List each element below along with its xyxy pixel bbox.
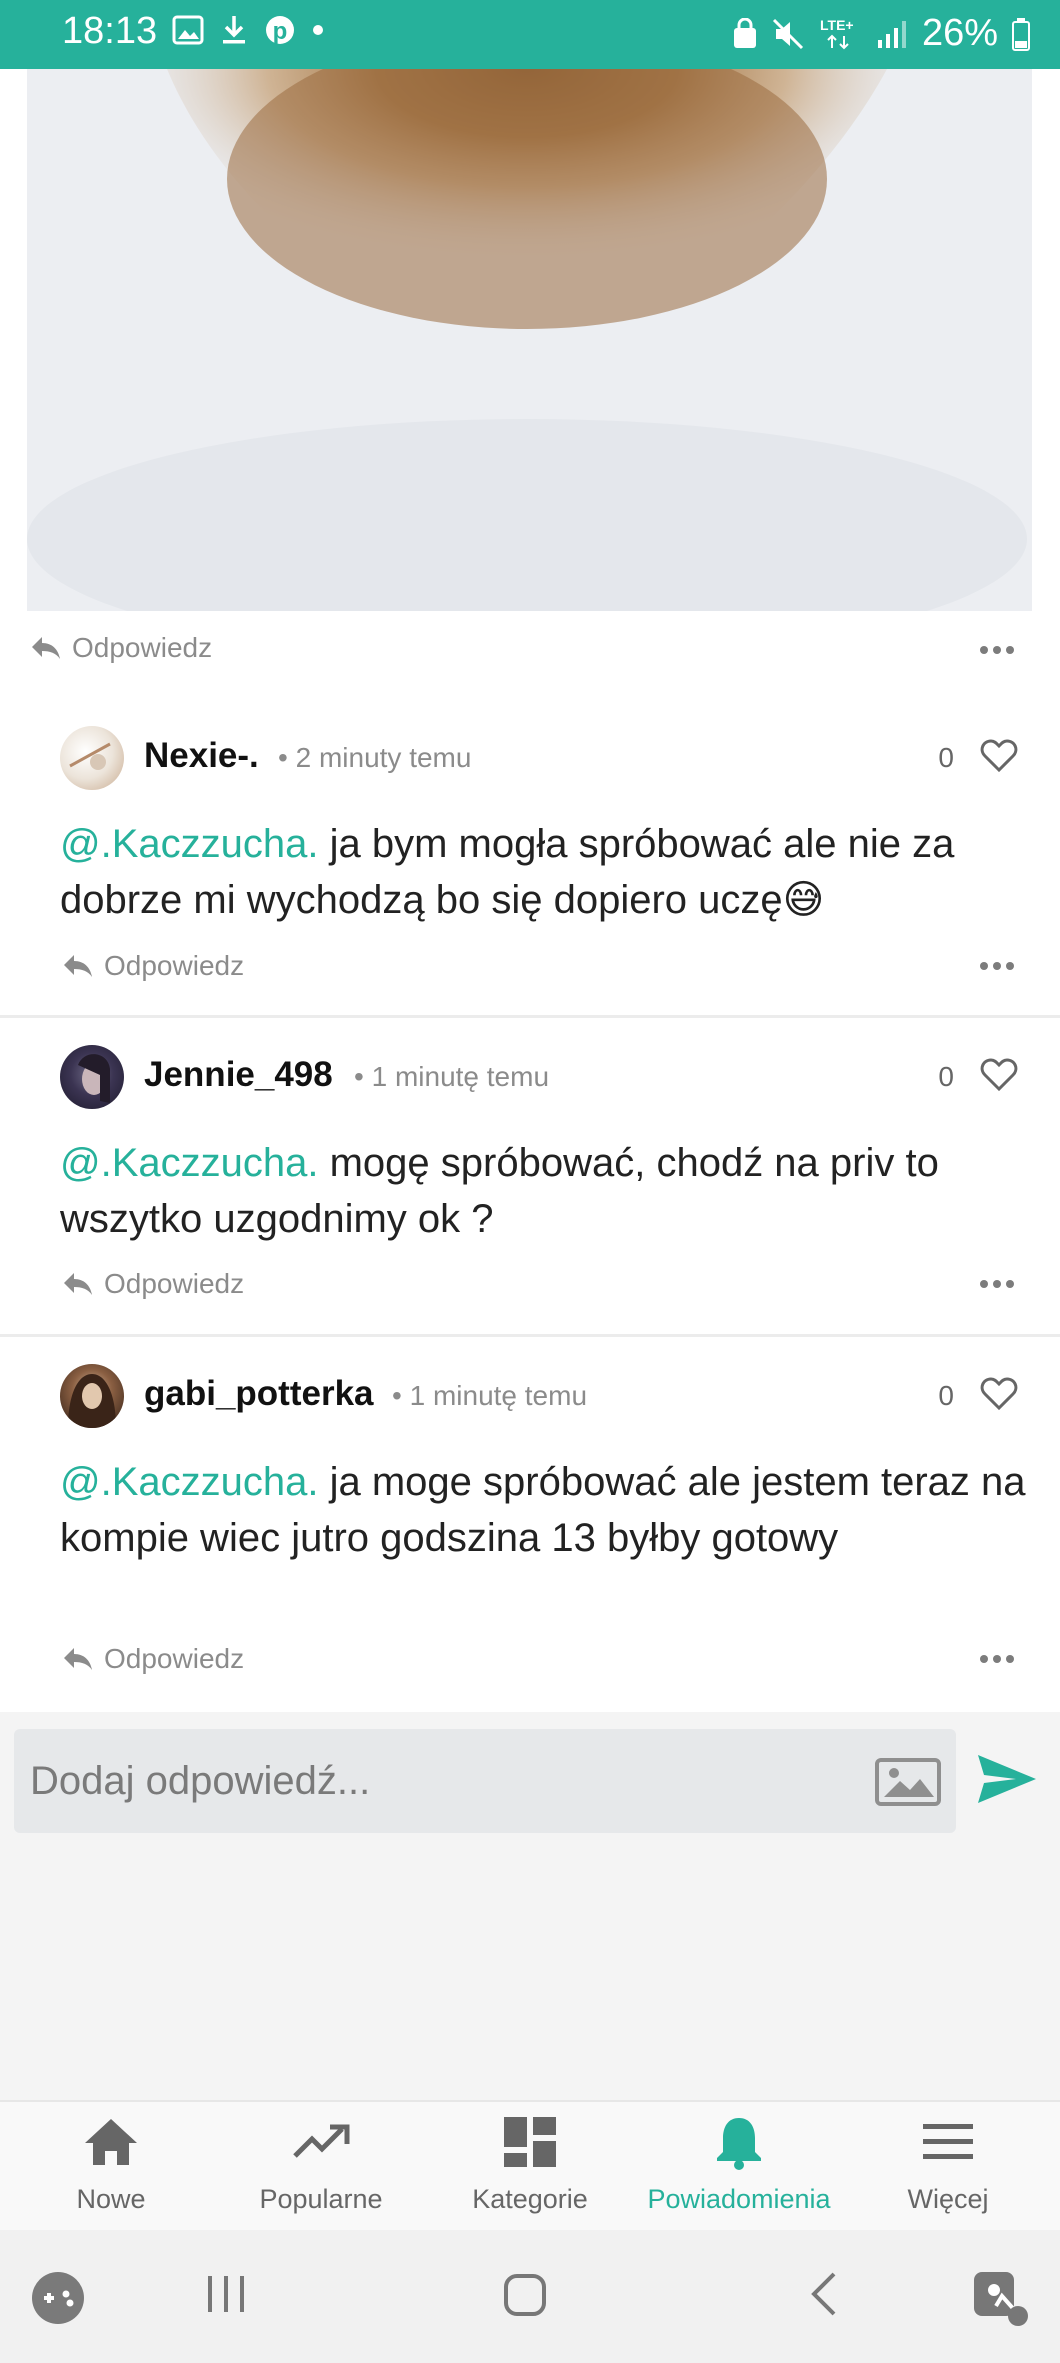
- avatar[interactable]: [60, 1364, 124, 1428]
- signal-icon: [877, 20, 906, 48]
- sync-lock-icon: [733, 17, 756, 48]
- comment-time: • 1 minutę temu: [392, 1380, 588, 1411]
- bottom-navigation: Nowe Popularne Kategorie Powiadomienia W…: [0, 2100, 1060, 2232]
- comment-username[interactable]: Nexie-.: [144, 736, 259, 776]
- more-icon: [980, 1280, 988, 1288]
- heart-icon[interactable]: [980, 1058, 1018, 1092]
- back-icon[interactable]: [804, 2270, 844, 2318]
- download-icon: [223, 16, 245, 44]
- comment-more-button[interactable]: [980, 1639, 1014, 1679]
- comment-reply-button[interactable]: Odpowiedz: [62, 1643, 244, 1675]
- reply-icon: [64, 1273, 92, 1295]
- menu-icon: [923, 2124, 973, 2159]
- status-bar: 18:13 p LTE+ 26%: [0, 0, 1060, 69]
- home-button-icon[interactable]: [502, 2270, 550, 2318]
- reply-composer: Dodaj odpowiedź...: [0, 1712, 1060, 1852]
- mention-link[interactable]: @.Kaczzucha.: [60, 1460, 319, 1504]
- mention-link[interactable]: @.Kaczzucha.: [60, 822, 319, 866]
- pinterest-icon: p: [266, 16, 294, 45]
- like-count: 0: [938, 742, 954, 773]
- image-attach-icon[interactable]: [874, 1757, 942, 1807]
- bell-icon: [717, 2118, 761, 2170]
- comment-item: Nexie-. • 2 minuty temu 0 @.Kaczzucha. j…: [0, 710, 1060, 1015]
- fur-image: [27, 69, 1032, 611]
- heart-icon[interactable]: [980, 1377, 1018, 1411]
- comment-time: • 1 minutę temu: [354, 1061, 550, 1092]
- trending-icon: [293, 2124, 350, 2158]
- comment-text: @.Kaczzucha. ja bym mogła spróbować ale …: [60, 822, 955, 922]
- like-count: 0: [938, 1061, 954, 1092]
- mute-icon: [772, 18, 803, 49]
- more-icon: [980, 1655, 988, 1663]
- dashboard-icon: [504, 2117, 556, 2167]
- nav-item-wiecej[interactable]: Więcej: [843, 2102, 1053, 2232]
- reply-icon: [64, 955, 92, 977]
- send-icon[interactable]: [976, 1753, 1038, 1805]
- post-reply-label: Odpowiedz: [72, 632, 213, 663]
- dot-icon: [313, 25, 323, 35]
- accessibility-icon[interactable]: [972, 2270, 1030, 2328]
- nav-item-popularne[interactable]: Popularne: [216, 2102, 426, 2232]
- system-navigation-bar: [0, 2230, 1060, 2363]
- post-more-button[interactable]: [980, 630, 1014, 670]
- reply-icon: [64, 1648, 92, 1670]
- lte-icon: LTE+: [820, 17, 854, 49]
- more-icon: [980, 962, 988, 970]
- comment-item: gabi_potterka • 1 minutę temu 0 @.Kaczzu…: [0, 1337, 1060, 1709]
- avatar[interactable]: [60, 726, 124, 790]
- comment-more-button[interactable]: [980, 946, 1014, 986]
- nav-item-powiadomienia[interactable]: Powiadomienia: [634, 2102, 844, 2232]
- reply-input[interactable]: Dodaj odpowiedź...: [14, 1729, 956, 1833]
- comment-text: @.Kaczzucha. mogę spróbować, chodź na pr…: [60, 1141, 939, 1241]
- nav-item-nowe[interactable]: Nowe: [6, 2102, 216, 2232]
- post-reply-button[interactable]: Odpowiedz: [30, 632, 212, 664]
- reply-icon: [32, 637, 60, 659]
- reply-placeholder: Dodaj odpowiedź...: [30, 1759, 371, 1803]
- comment-time: • 2 minuty temu: [278, 742, 472, 773]
- heart-icon[interactable]: [980, 739, 1018, 773]
- nav-item-kategorie[interactable]: Kategorie: [425, 2102, 635, 2232]
- comment-item: Jennie_498 • 1 minutę temu 0 @.Kaczzucha…: [0, 1018, 1060, 1334]
- more-icon: [980, 646, 988, 654]
- home-icon: [85, 2119, 137, 2165]
- comment-reply-button[interactable]: Odpowiedz: [62, 950, 244, 982]
- status-time: 18:13: [62, 10, 158, 52]
- comment-text: @.Kaczzucha. ja moge spróbować ale jeste…: [60, 1460, 1026, 1560]
- mention-link[interactable]: @.Kaczzucha.: [60, 1141, 319, 1185]
- post-image[interactable]: [27, 69, 1032, 611]
- svg-text:p: p: [273, 18, 288, 45]
- comment-username[interactable]: gabi_potterka: [144, 1374, 374, 1414]
- svg-text:LTE+: LTE+: [820, 17, 854, 33]
- game-launcher-icon[interactable]: [30, 2270, 86, 2326]
- comment-more-button[interactable]: [980, 1264, 1014, 1304]
- comment-reply-button[interactable]: Odpowiedz: [62, 1268, 244, 1300]
- like-count: 0: [938, 1380, 954, 1411]
- comment-username[interactable]: Jennie_498: [144, 1055, 333, 1095]
- gallery-icon: [172, 15, 204, 45]
- battery-icon: [1012, 17, 1030, 51]
- battery-percent: 26%: [921, 12, 998, 54]
- avatar[interactable]: [60, 1045, 124, 1109]
- recent-apps-icon[interactable]: [202, 2270, 250, 2318]
